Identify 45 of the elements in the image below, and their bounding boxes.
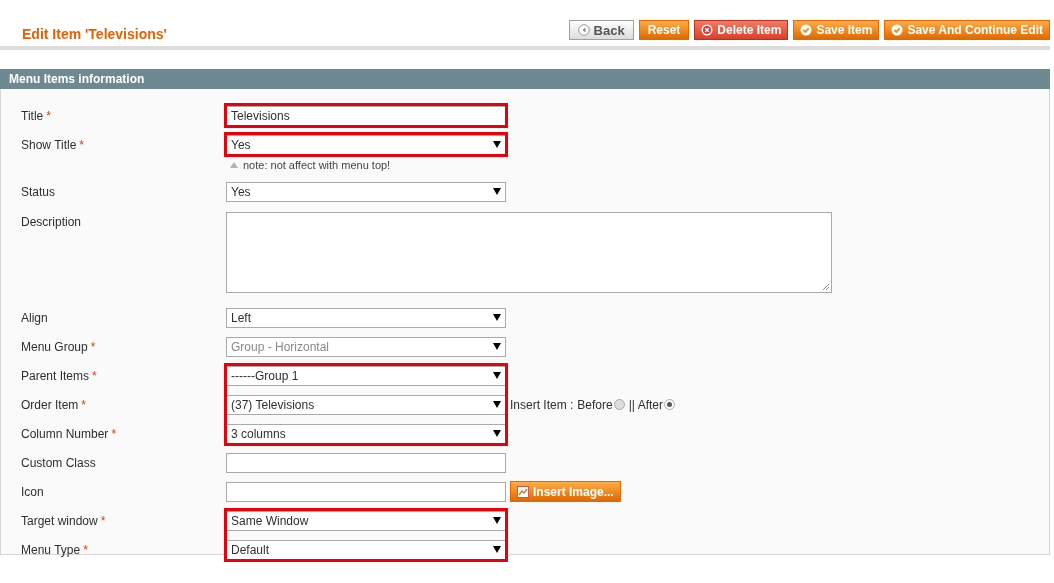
field-label: Description (21, 214, 83, 229)
close-circle-icon (701, 24, 714, 36)
section-header: Menu Items information (0, 69, 1050, 89)
field-note: note: not affect with menu top! (243, 159, 391, 171)
dropdown[interactable]: Left (226, 307, 506, 328)
page-title: Edit Item 'Televisions' (22, 26, 167, 42)
caret-icon (493, 343, 501, 350)
resize-grip-icon[interactable] (822, 283, 830, 291)
caret-icon (493, 141, 501, 148)
caret-icon (493, 401, 501, 408)
triangle-icon (230, 162, 238, 168)
caret-icon (493, 430, 501, 437)
text-field[interactable] (226, 452, 506, 473)
radio-button[interactable] (613, 399, 625, 410)
check-circle-icon (800, 24, 813, 36)
field-label: Custom Class (21, 455, 97, 470)
field-label: Column Number * (21, 426, 118, 441)
back-button[interactable]: Back (568, 20, 634, 40)
text-field[interactable] (226, 481, 506, 502)
radio-label: || After (628, 397, 663, 412)
field-label: Parent Items * (21, 368, 98, 383)
field-label: Menu Type * (21, 542, 89, 557)
caret-icon (493, 372, 501, 379)
field-label: Show Title * (21, 137, 86, 152)
image-icon (517, 485, 529, 498)
dropdown[interactable]: (37) Televisions (226, 394, 506, 415)
field-label: Menu Group * (21, 339, 97, 354)
field-label: Align (21, 310, 49, 325)
radio-label: Before (577, 397, 613, 412)
delete-button[interactable]: Delete Item (694, 20, 789, 40)
text-area[interactable] (226, 212, 832, 293)
radio-button[interactable] (663, 399, 675, 410)
field-label: Icon (21, 484, 45, 499)
field-label: Order Item * (21, 397, 88, 412)
caret-icon (493, 546, 501, 553)
dropdown[interactable]: 3 columns (226, 423, 506, 444)
dropdown[interactable]: Yes (226, 181, 506, 202)
check-circle-icon (891, 24, 904, 36)
caret-icon (493, 314, 501, 321)
field-label: Status (21, 184, 57, 199)
caret-icon (493, 517, 501, 524)
field-label: Target window * (21, 513, 107, 528)
field-label: Title * (21, 108, 52, 123)
insert-label: Insert Item : (510, 397, 574, 412)
caret-icon (493, 188, 501, 195)
